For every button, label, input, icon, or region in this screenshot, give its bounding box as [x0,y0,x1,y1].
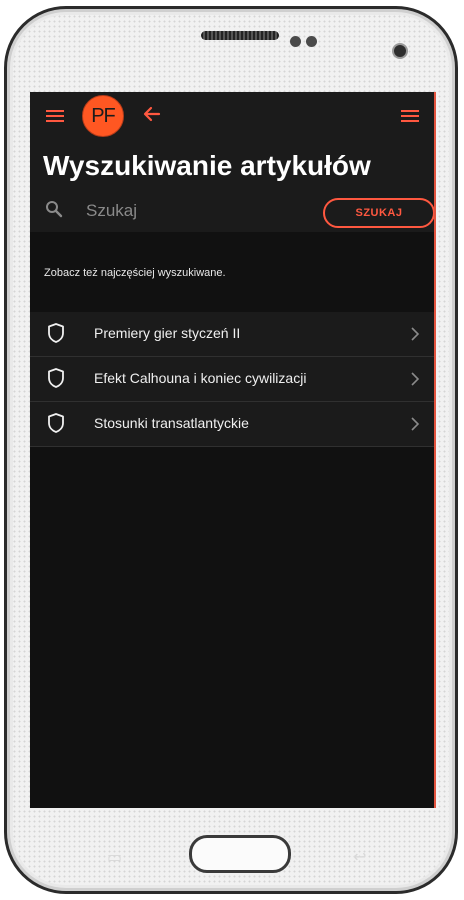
home-button[interactable] [189,835,291,873]
app-header: PF Wyszukiwanie artykułów SZUKAJ [30,92,434,232]
list-item[interactable]: Stosunki transatlantyckie [30,402,434,447]
popular-searches-hint: Zobacz też najczęściej wyszukiwane. [44,267,226,279]
app-screen: PF Wyszukiwanie artykułów SZUKAJ Zobacz … [30,92,436,808]
page-title: Wyszukiwanie artykułów [43,150,371,181]
search-icon [46,201,63,218]
chevron-right-icon [411,327,420,341]
search-input[interactable] [86,197,306,225]
back-key-icon[interactable]: ↩ [353,847,366,866]
earpiece-speaker [201,31,279,40]
back-arrow-icon[interactable] [142,104,162,124]
chevron-right-icon [411,372,420,386]
search-button[interactable]: SZUKAJ [323,198,434,228]
front-camera [394,45,406,57]
options-menu-icon[interactable] [401,109,419,123]
light-sensor [306,36,317,47]
popular-articles-list: Premiery gier styczeń II Efekt Calhouna … [30,312,434,447]
hamburger-menu-icon[interactable] [46,109,64,123]
article-title: Premiery gier styczeń II [94,325,241,341]
article-title: Stosunki transatlantyckie [94,415,249,431]
shield-icon [48,368,64,388]
list-item[interactable]: Premiery gier styczeń II [30,312,434,357]
list-item[interactable]: Efekt Calhouna i koniec cywilizacji [30,357,434,402]
app-logo-avatar[interactable]: PF [82,95,124,137]
chevron-right-icon [411,417,420,431]
shield-icon [48,323,64,343]
shield-icon [48,413,64,433]
proximity-sensor [290,36,301,47]
recent-apps-key-icon[interactable]: ▭ [107,847,122,866]
article-title: Efekt Calhouna i koniec cywilizacji [94,370,307,386]
